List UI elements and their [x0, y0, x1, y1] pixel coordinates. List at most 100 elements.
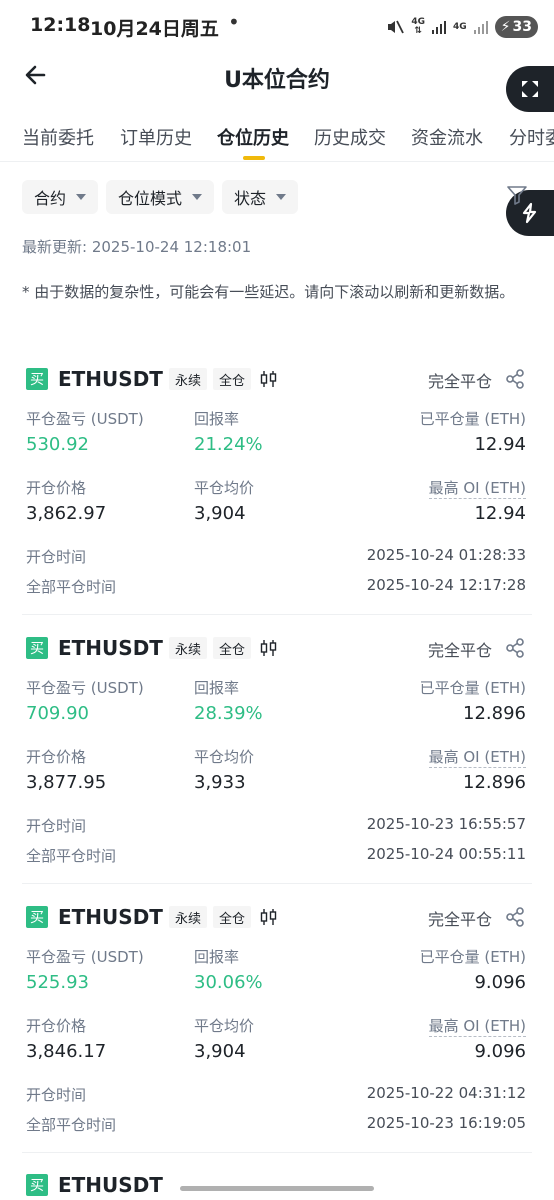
battery-level: 33 [512, 19, 532, 35]
status-date: 10月24日周五 [90, 18, 219, 40]
network-label: 4G [453, 21, 467, 32]
pnl-label: 平仓盈亏 (USDT) [26, 679, 144, 697]
roi-value: 30.06% [194, 972, 263, 993]
roi-label: 回报率 [194, 410, 240, 428]
contract-type-tag: 永续 [168, 637, 207, 659]
avg-close-label: 平仓均价 [194, 748, 255, 766]
signal-icon [432, 21, 447, 34]
position-card-header: 买 ETHUSDT 永续 全仓 [26, 635, 279, 661]
caret-down-icon [192, 194, 203, 200]
roi-value: 28.39% [194, 703, 263, 724]
entry-price-label: 开仓价格 [26, 479, 87, 497]
open-time-label: 开仓时间 [26, 817, 87, 835]
battery-indicator: ⚡ 33 [494, 16, 538, 38]
signal-icon [473, 21, 488, 34]
tab-time-weighted[interactable]: 分时委 [509, 124, 554, 150]
pnl-value: 709.90 [26, 703, 89, 724]
buy-side-badge: 买 [26, 637, 48, 659]
margin-mode-tag: 全仓 [212, 906, 251, 928]
position-mode-filter[interactable]: 仓位模式 [106, 180, 215, 214]
status-dot: • [228, 10, 240, 34]
network-icon: 4G ⇅ [411, 17, 426, 36]
margin-mode-tag: 全仓 [212, 368, 251, 390]
entry-price-value: 3,846.17 [26, 1041, 107, 1062]
status-icons: 4G ⇅ 4G ⚡ 33 [385, 14, 538, 40]
roi-value: 21.24% [194, 434, 263, 455]
app-header: U本位合约 [0, 56, 554, 100]
last-updated-text: 最新更新: 2025-10-24 12:18:01 [22, 238, 252, 256]
mute-icon [388, 20, 405, 34]
avg-close-value: 3,933 [194, 772, 246, 793]
open-time-value: 2025-10-24 01:28:33 [366, 546, 526, 564]
closed-qty-value: 12.94 [474, 434, 526, 455]
contract-filter[interactable]: 合约 [22, 180, 99, 214]
max-oi-label[interactable]: 最高 OI (ETH) [428, 1015, 526, 1037]
close-status: 完全平仓 [427, 641, 492, 660]
avg-close-value: 3,904 [194, 503, 246, 524]
network-icon: 4G [453, 21, 467, 32]
caret-down-icon [76, 194, 87, 200]
entry-price-label: 开仓价格 [26, 1017, 87, 1035]
roi-label: 回报率 [194, 948, 240, 966]
position-card[interactable]: 买 ETHUSDT 永续 全仓 完全平仓 平仓盈亏 (USDT) 回报率 已平仓… [0, 904, 554, 1174]
position-card[interactable]: 买 ETHUSDT 永续 全仓 完全平仓 平仓盈亏 (USDT) 回报率 已平仓… [0, 635, 554, 905]
pnl-value: 525.93 [26, 972, 89, 993]
max-oi-value: 9.096 [474, 1041, 526, 1062]
open-time-value: 2025-10-22 04:31:12 [366, 1084, 526, 1102]
avg-close-label: 平仓均价 [194, 479, 255, 497]
page-title: U本位合约 [224, 68, 330, 93]
share-icon[interactable] [504, 637, 526, 659]
closed-qty-label: 已平仓量 (ETH) [419, 679, 526, 697]
card-divider [22, 883, 532, 884]
tab-funding-flow[interactable]: 资金流水 [411, 124, 483, 150]
candlestick-chart-icon[interactable] [259, 369, 279, 389]
pnl-value: 530.92 [26, 434, 89, 455]
charging-icon: ⚡ [500, 19, 511, 35]
candlestick-chart-icon[interactable] [259, 638, 279, 658]
closed-qty-value: 9.096 [474, 972, 526, 993]
status-filter[interactable]: 状态 [222, 180, 299, 214]
position-mode-filter-label: 仓位模式 [118, 189, 183, 208]
contract-type-tag: 永续 [168, 906, 207, 928]
position-card-header: 买 ETHUSDT 永续 全仓 [26, 904, 279, 930]
share-icon[interactable] [504, 906, 526, 928]
margin-mode-tag: 全仓 [212, 637, 251, 659]
card-divider [22, 614, 532, 615]
buy-side-badge: 买 [26, 1174, 48, 1196]
home-indicator[interactable] [180, 1186, 374, 1191]
candlestick-chart-icon[interactable] [259, 907, 279, 927]
contract-type-tag: 永续 [168, 368, 207, 390]
closed-qty-value: 12.896 [463, 703, 526, 724]
share-icon[interactable] [504, 368, 526, 390]
position-symbol: ETHUSDT [58, 1173, 163, 1197]
tab-order-history[interactable]: 订单历史 [120, 124, 192, 150]
closed-qty-label: 已平仓量 (ETH) [419, 410, 526, 428]
entry-price-value: 3,862.97 [26, 503, 107, 524]
tab-trade-history[interactable]: 历史成交 [314, 124, 386, 150]
filter-funnel-icon[interactable] [506, 184, 528, 206]
close-status: 完全平仓 [427, 372, 492, 391]
tab-position-history[interactable]: 仓位历史 [217, 124, 289, 150]
tab-current-orders[interactable]: 当前委托 [22, 124, 94, 150]
max-oi-label[interactable]: 最高 OI (ETH) [428, 477, 526, 499]
caret-down-icon [276, 194, 287, 200]
data-delay-notice: * 由于数据的复杂性，可能会有一些延迟。请向下滚动以刷新和更新数据。 [22, 283, 515, 301]
closed-qty-label: 已平仓量 (ETH) [419, 948, 526, 966]
roi-label: 回报率 [194, 679, 240, 697]
close-status: 完全平仓 [427, 910, 492, 929]
open-time-label: 开仓时间 [26, 548, 87, 566]
max-oi-value: 12.94 [474, 503, 526, 524]
position-card[interactable]: 买 ETHUSDT 永续 全仓 完全平仓 平仓盈亏 (USDT) 回报率 已平仓… [0, 366, 554, 636]
close-time-value: 2025-10-24 00:55:11 [366, 845, 526, 863]
buy-side-badge: 买 [26, 906, 48, 928]
floating-expand-button[interactable] [506, 66, 554, 112]
close-time-label: 全部平仓时间 [26, 847, 117, 865]
open-time-label: 开仓时间 [26, 1086, 87, 1104]
contract-filter-label: 合约 [34, 189, 67, 208]
position-symbol: ETHUSDT [58, 636, 163, 660]
position-symbol: ETHUSDT [58, 905, 163, 929]
max-oi-label[interactable]: 最高 OI (ETH) [428, 746, 526, 768]
avg-close-value: 3,904 [194, 1041, 246, 1062]
position-card-header: 买 ETHUSDT 永续 全仓 [26, 366, 279, 392]
avg-close-label: 平仓均价 [194, 1017, 255, 1035]
